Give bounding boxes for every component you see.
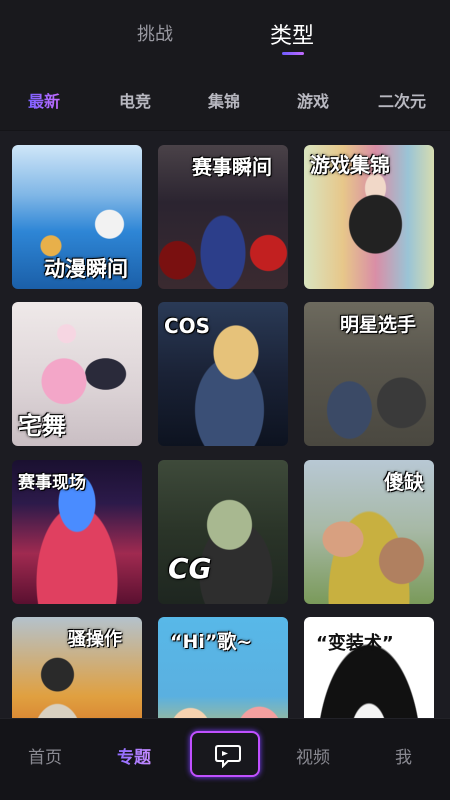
top-tab-bar: 挑战 类型 <box>0 0 450 70</box>
nav-video[interactable]: 视频 <box>296 743 330 768</box>
card-title: 赛事现场 <box>18 473 86 493</box>
category-latest[interactable]: 最新 <box>28 88 60 112</box>
topic-card-cg[interactable]: CG <box>158 460 288 604</box>
nav-center-button[interactable] <box>190 731 260 777</box>
topic-card-cosplay[interactable]: COS <box>158 302 288 446</box>
card-title: 宅舞 <box>18 412 66 440</box>
category-bar: 最新 电竞 集锦 游戏 二次元 <box>0 70 450 130</box>
category-games[interactable]: 游戏 <box>297 88 329 112</box>
card-title: 游戏集锦 <box>310 153 390 177</box>
topic-grid: 动漫瞬间 赛事瞬间 游戏集锦 宅舞 COS 明星选手 赛事现场 CG 傻缺 骚操… <box>0 131 450 718</box>
nav-topics[interactable]: 专题 <box>117 743 151 768</box>
card-title: 赛事瞬间 <box>192 155 272 179</box>
bottom-nav: 首页 专题 视频 我 <box>0 718 450 800</box>
nav-me[interactable]: 我 <box>395 743 412 768</box>
topic-card-otaku-dance[interactable]: 宅舞 <box>12 302 142 446</box>
category-esports[interactable]: 电竞 <box>119 88 151 112</box>
card-title: 骚操作 <box>68 629 122 650</box>
topic-card-match-moments[interactable]: 赛事瞬间 <box>158 145 288 289</box>
card-title: 傻缺 <box>384 470 424 494</box>
topic-card-skill-moves[interactable]: 骚操作 <box>12 617 142 718</box>
nav-home[interactable]: 首页 <box>28 743 62 768</box>
card-title: COS <box>164 314 211 338</box>
card-title: CG <box>168 552 212 585</box>
tab-type[interactable]: 类型 <box>270 18 314 50</box>
card-title: 明星选手 <box>340 314 417 336</box>
category-anime[interactable]: 二次元 <box>378 88 426 112</box>
topic-card-game-highlights[interactable]: 游戏集锦 <box>304 145 434 289</box>
active-tab-indicator <box>282 52 304 55</box>
category-highlights[interactable]: 集锦 <box>208 88 240 112</box>
topic-card-live-event[interactable]: 赛事现场 <box>12 460 142 604</box>
tab-challenge[interactable]: 挑战 <box>137 20 173 46</box>
card-title: “Hi”歌~ <box>170 631 253 653</box>
topic-card-anime-moments[interactable]: 动漫瞬间 <box>12 145 142 289</box>
card-title: “变装术” <box>316 633 394 654</box>
card-title: 动漫瞬间 <box>44 257 128 281</box>
video-chat-icon <box>215 745 241 768</box>
topic-card-disguise[interactable]: “变装术” <box>304 617 434 718</box>
topic-card-hi-song[interactable]: “Hi”歌~ <box>158 617 288 718</box>
topic-card-silly[interactable]: 傻缺 <box>304 460 434 604</box>
topic-card-star-players[interactable]: 明星选手 <box>304 302 434 446</box>
